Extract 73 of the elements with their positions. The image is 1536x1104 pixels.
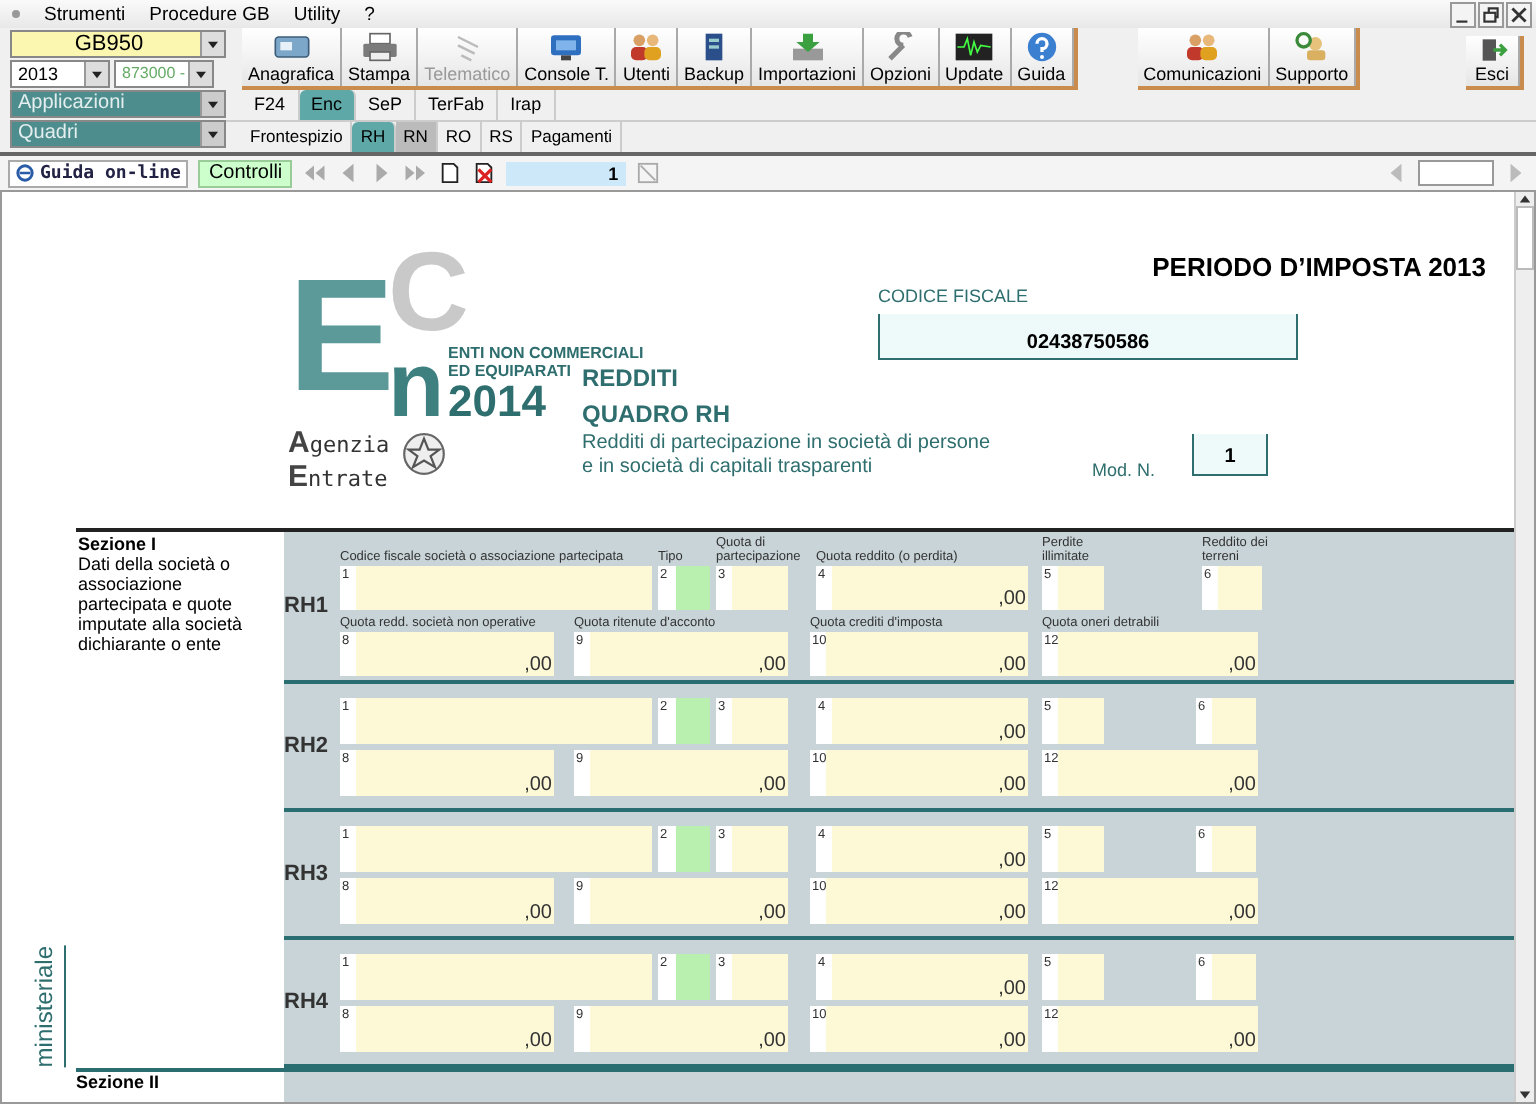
last-page-icon[interactable] [404,162,429,184]
tab[interactable]: TerFab [416,90,499,120]
card-icon [271,32,312,62]
row-code: RH3 [284,862,331,886]
row-code: RH4 [284,990,331,1014]
agency-logo: Agenzia Entrate [288,426,390,494]
page-number-field[interactable]: 1 [506,161,627,185]
tab[interactable]: RH [352,122,396,152]
new-page-icon[interactable] [438,162,463,184]
tax-code-field[interactable]: 02438750586 [878,314,1298,360]
caret-icon [206,39,220,49]
menu-item[interactable]: ? [364,3,375,25]
caret-icon [206,129,220,139]
section-description: Dati della società o associazione partecipata e quote imputate alla società dichiarante o ente [78,554,245,654]
download-icon [787,32,828,62]
checks-button[interactable]: Controlli [198,159,293,187]
search-field[interactable] [1418,160,1494,186]
form-title: REDDITI [582,362,680,396]
toolbar-button[interactable]: Importazioni [752,28,865,86]
printer-icon [359,32,400,62]
logo-text: ED EQUIPARATI [448,362,571,380]
mod-label: Mod. N. [1092,460,1158,480]
toolbar-button[interactable]: Console T. [518,28,617,86]
row-code: RH1 [284,594,331,618]
tab[interactable]: SeP [356,90,417,120]
toolbar-button[interactable]: Guida [1011,28,1074,86]
form-subtitle: QUADRO RH [582,398,732,432]
toolbar-button[interactable]: Esci [1466,36,1520,86]
emblem-icon [401,432,446,476]
caret-icon [90,69,104,79]
form-description: Redditi di partecipazione in società di persone e in società di capitali trasparenti [582,432,993,480]
mod-number-field[interactable]: 1 [1192,434,1268,476]
logo-text: ENTI NON COMMERCIALI [448,344,644,362]
monitor-icon [546,32,587,62]
side-label: ministeriale [30,946,66,1068]
tax-code-label: CODICE FISCALE [878,286,1031,306]
scrollbar-thumb[interactable] [1516,206,1534,270]
scroll-down-icon[interactable] [1518,1088,1532,1102]
people-icon [1182,32,1223,62]
toolbar-button[interactable]: Update [939,28,1012,86]
product-dropdown[interactable]: GB950 [10,30,226,58]
menu-item[interactable]: Strumenti [44,3,126,25]
menu-item[interactable]: Utility [293,3,341,25]
section-title: Sezione I [78,534,158,554]
menu-item[interactable]: Procedure GB [149,3,270,25]
caret-icon [194,69,208,79]
clear-page-icon[interactable] [636,162,661,184]
tax-period: PERIODO D’IMPOSTA 2013 [1152,252,1488,282]
minimize-icon[interactable] [1450,2,1476,28]
people-icon [626,32,667,62]
online-help-button[interactable]: Guida on-line [8,159,189,187]
delete-page-icon[interactable] [472,162,497,184]
app-menu-icon[interactable] [12,10,20,18]
toolbar-button[interactable]: Anagrafica [242,28,343,86]
toolbar-button[interactable]: Comunicazioni [1137,28,1270,86]
section-title: Sezione II [76,1072,160,1092]
waveform-icon [954,32,995,62]
toolbar-button[interactable]: Stampa [342,28,419,86]
toolbar-button[interactable]: Opzioni [864,28,940,86]
first-page-icon[interactable] [302,162,327,184]
caret-icon [206,99,220,109]
toolbar-button[interactable]: Utenti [616,28,678,86]
close-icon[interactable] [1506,2,1532,28]
row-code: RH2 [284,734,331,758]
toolbar-button[interactable]: Backup [677,28,752,86]
restore-icon[interactable] [1478,2,1504,28]
tab[interactable]: Irap [498,90,556,120]
year-dropdown[interactable]: 2013 [10,60,110,88]
logo-year: 2014 [448,380,546,424]
toolbar-button[interactable]: Supporto [1269,28,1357,86]
tab[interactable]: RN [395,122,438,152]
vertical-scrollbar[interactable] [1514,192,1534,1102]
tab[interactable]: Enc [299,90,357,120]
